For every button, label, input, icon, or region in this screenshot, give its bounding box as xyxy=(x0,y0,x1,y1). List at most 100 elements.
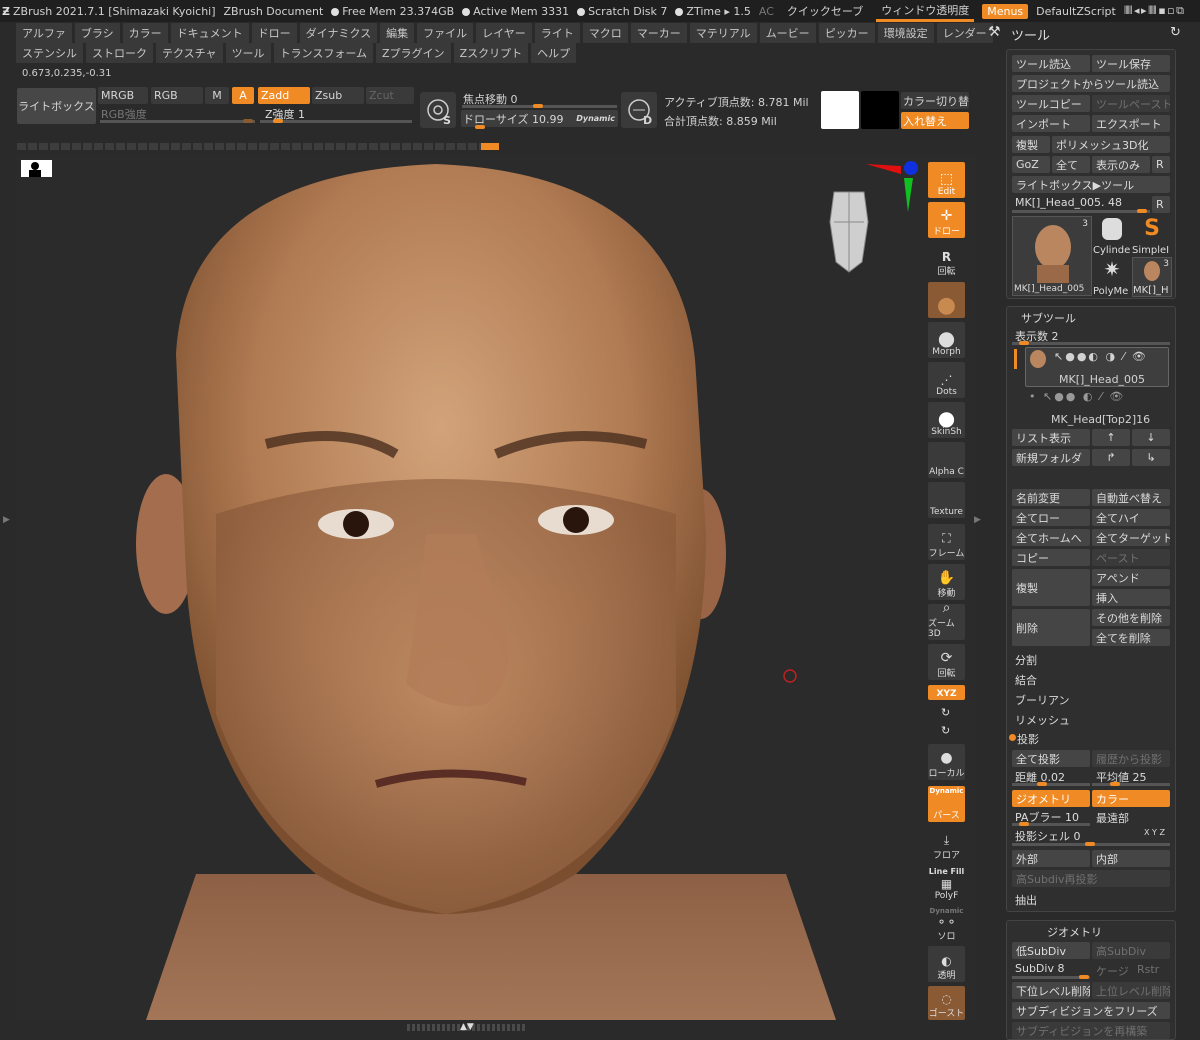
menu-menus_row2-3[interactable]: ツール xyxy=(225,43,271,63)
draw-size-slider[interactable]: ドローサイズ 10.99 Dynamic xyxy=(461,110,618,127)
lightbox-tool-button[interactable]: ライトボックス▶ツール xyxy=(1012,176,1170,193)
edit-mode-button[interactable]: ⬚ Edit xyxy=(928,162,965,198)
sdiv-knob[interactable] xyxy=(1079,975,1089,979)
all-high-button[interactable]: 全てハイ xyxy=(1092,509,1170,526)
remesh-section[interactable]: リメッシュ xyxy=(1015,712,1070,728)
skin-shade-button[interactable]: ● SkinSh xyxy=(928,402,965,438)
tray-strip[interactable] xyxy=(17,143,497,150)
mrgb-button[interactable]: MRGB xyxy=(98,87,148,104)
mean-knob[interactable] xyxy=(1110,782,1120,786)
all-to-target-button[interactable]: 全てターゲット xyxy=(1092,529,1170,546)
rgb-button[interactable]: RGB xyxy=(151,87,203,104)
current-tool-slider[interactable]: MK[]_Head_005. 48 xyxy=(1015,196,1122,209)
dots-stroke-button[interactable]: ⋰ Dots xyxy=(928,362,965,398)
auto-reorder-button[interactable]: 自動並べ替え xyxy=(1092,489,1170,506)
inner-button[interactable]: 内部 xyxy=(1092,850,1170,867)
clone-button[interactable]: 複製 xyxy=(1012,136,1050,153)
dynamic-label[interactable]: Dynamic xyxy=(576,114,615,123)
subtool-scrollbar[interactable] xyxy=(1014,349,1017,369)
xyz-axis-toggle[interactable]: X Y Z xyxy=(1144,828,1165,837)
project-all-button[interactable]: 全て投影 xyxy=(1012,750,1090,767)
move-up-icon[interactable]: ↑ xyxy=(1092,429,1130,446)
z-intensity-knob[interactable] xyxy=(273,119,283,123)
m-button[interactable]: M xyxy=(205,87,229,104)
move-down-icon[interactable]: ↓ xyxy=(1132,429,1170,446)
menu-menus_row1-14[interactable]: ピッカー xyxy=(818,23,875,43)
menu-menus_row2-7[interactable]: ヘルプ xyxy=(531,43,577,63)
project-history-button[interactable]: 履歴から投影 xyxy=(1092,750,1170,767)
delete-other-button[interactable]: その他を削除 xyxy=(1092,609,1170,626)
alpha-button[interactable]: Alpha C xyxy=(928,442,965,478)
paste-button[interactable]: ペースト xyxy=(1092,549,1170,566)
zcut-button[interactable]: Zcut xyxy=(366,87,414,104)
all-button[interactable]: 全て xyxy=(1052,156,1090,173)
window-transparency-slider[interactable]: ウィンドウ透明度 xyxy=(876,1,975,22)
focal-shift-knob[interactable] xyxy=(533,104,543,108)
make-polymesh-button[interactable]: ポリメッシュ3D化 xyxy=(1052,136,1170,153)
bottom-shelf-toggle-icon[interactable]: ▲▼ xyxy=(460,1022,474,1032)
transparency-button[interactable]: ◐ 透明 xyxy=(928,946,965,982)
tool-load-button[interactable]: ツール読込 xyxy=(1012,55,1090,72)
distance-knob[interactable] xyxy=(1037,782,1047,786)
boolean-section[interactable]: ブーリアン xyxy=(1015,692,1070,708)
frame-button[interactable]: ⛶ フレーム xyxy=(928,524,965,560)
pa-blur-knob[interactable] xyxy=(1019,822,1029,826)
tool-copy-button[interactable]: ツールコピー xyxy=(1012,95,1090,112)
current-tool-knob[interactable] xyxy=(1137,209,1147,213)
perspective-button[interactable]: Dynamic パース xyxy=(928,786,965,822)
secondary-color-swatch[interactable] xyxy=(861,91,899,129)
export-button[interactable]: エクスポート xyxy=(1092,115,1170,132)
menu-menus_row1-13[interactable]: ムービー xyxy=(759,23,816,43)
all-to-home-button[interactable]: 全てホームへ xyxy=(1012,529,1090,546)
local-button[interactable]: ● ローカル xyxy=(928,744,965,780)
menu-menus_row1-2[interactable]: カラー xyxy=(122,23,168,43)
menu-menus_row1-10[interactable]: マクロ xyxy=(582,23,628,43)
subtool2-visibility-icons[interactable]: • ↖●● ◐ ⁄ 👁 xyxy=(1029,390,1125,403)
insert-button[interactable]: 挿入 xyxy=(1092,589,1170,606)
menu-menus_row1-3[interactable]: ドキュメント xyxy=(170,23,249,43)
geometry-title[interactable]: ジオメトリ xyxy=(1047,924,1102,940)
menu-menus_row1-1[interactable]: ブラシ xyxy=(74,23,120,43)
tool-thumb-head[interactable]: 3 MK[]_Head_005 xyxy=(1012,216,1092,296)
reconstruct-subdiv-button[interactable]: サブディビジョンを再構築 xyxy=(1012,1022,1170,1039)
navigation-head-icon[interactable] xyxy=(824,182,874,277)
visible-button[interactable]: 表示のみ xyxy=(1092,156,1150,173)
lower-subdiv-button[interactable]: 低SubDiv xyxy=(1012,942,1090,959)
menu-menus_row2-5[interactable]: Zプラグイン xyxy=(376,43,451,63)
project-section[interactable]: 投影 xyxy=(1017,731,1039,747)
r-button[interactable]: R xyxy=(1152,156,1170,173)
menu-menus_row1-5[interactable]: ダイナミクス xyxy=(299,23,378,43)
color-toggle[interactable]: カラー xyxy=(1092,790,1170,807)
list-all-button[interactable]: リスト表示 xyxy=(1012,429,1090,446)
tool-thumb-polymesh[interactable]: ✷ PolyMe xyxy=(1093,257,1131,297)
reproject-higher-subdiv-button[interactable]: 高Subdiv再投影 xyxy=(1012,870,1170,887)
y-axis-icon[interactable]: ↻ xyxy=(941,706,950,719)
rename-button[interactable]: 名前変更 xyxy=(1012,489,1090,506)
menu-menus_row2-4[interactable]: トランスフォーム xyxy=(273,43,374,63)
brush-alpha-button[interactable]: ● xyxy=(928,282,965,318)
default-zscript-button[interactable]: DefaultZScript xyxy=(1036,5,1116,18)
draw-size-knob[interactable] xyxy=(475,125,485,129)
menu-menus_row2-1[interactable]: ストローク xyxy=(86,43,153,63)
switch-color-button[interactable]: カラー切り替 xyxy=(901,92,969,109)
subtool-visibility-icons[interactable]: ↖●●◐ ◑ ⁄ 👁 xyxy=(1054,350,1148,363)
texture-button[interactable]: Texture xyxy=(928,482,965,518)
subtool-title[interactable]: サブツール xyxy=(1021,310,1076,326)
menu-menus_row2-2[interactable]: テクスチャ xyxy=(156,43,223,63)
farthest-button[interactable]: 最遠部 xyxy=(1096,810,1129,826)
menu-menus_row1-15[interactable]: 環境設定 xyxy=(877,23,934,43)
arrow-right-up-icon[interactable]: ↱ xyxy=(1092,449,1130,466)
menu-menus_row2-0[interactable]: ステンシル xyxy=(16,43,83,63)
main-color-swatch[interactable] xyxy=(821,91,859,129)
delete-all-button[interactable]: 全てを削除 xyxy=(1092,629,1170,646)
delete-lower-button[interactable]: 下位レベル削除 xyxy=(1012,982,1090,999)
menu-menus_row1-8[interactable]: レイヤー xyxy=(476,23,532,43)
tool-r-button[interactable]: R xyxy=(1152,196,1170,213)
arrow-right-down-icon[interactable]: ↳ xyxy=(1132,449,1170,466)
move-button[interactable]: ✋ 移動 xyxy=(928,564,965,600)
subtool-item-active[interactable]: ↖●●◐ ◑ ⁄ 👁 MK[]_Head_005 xyxy=(1025,347,1169,387)
all-low-button[interactable]: 全てロー xyxy=(1012,509,1090,526)
tray-handle[interactable] xyxy=(481,143,499,150)
extract-section[interactable]: 抽出 xyxy=(1015,892,1037,908)
visible-count-knob[interactable] xyxy=(1019,341,1029,345)
